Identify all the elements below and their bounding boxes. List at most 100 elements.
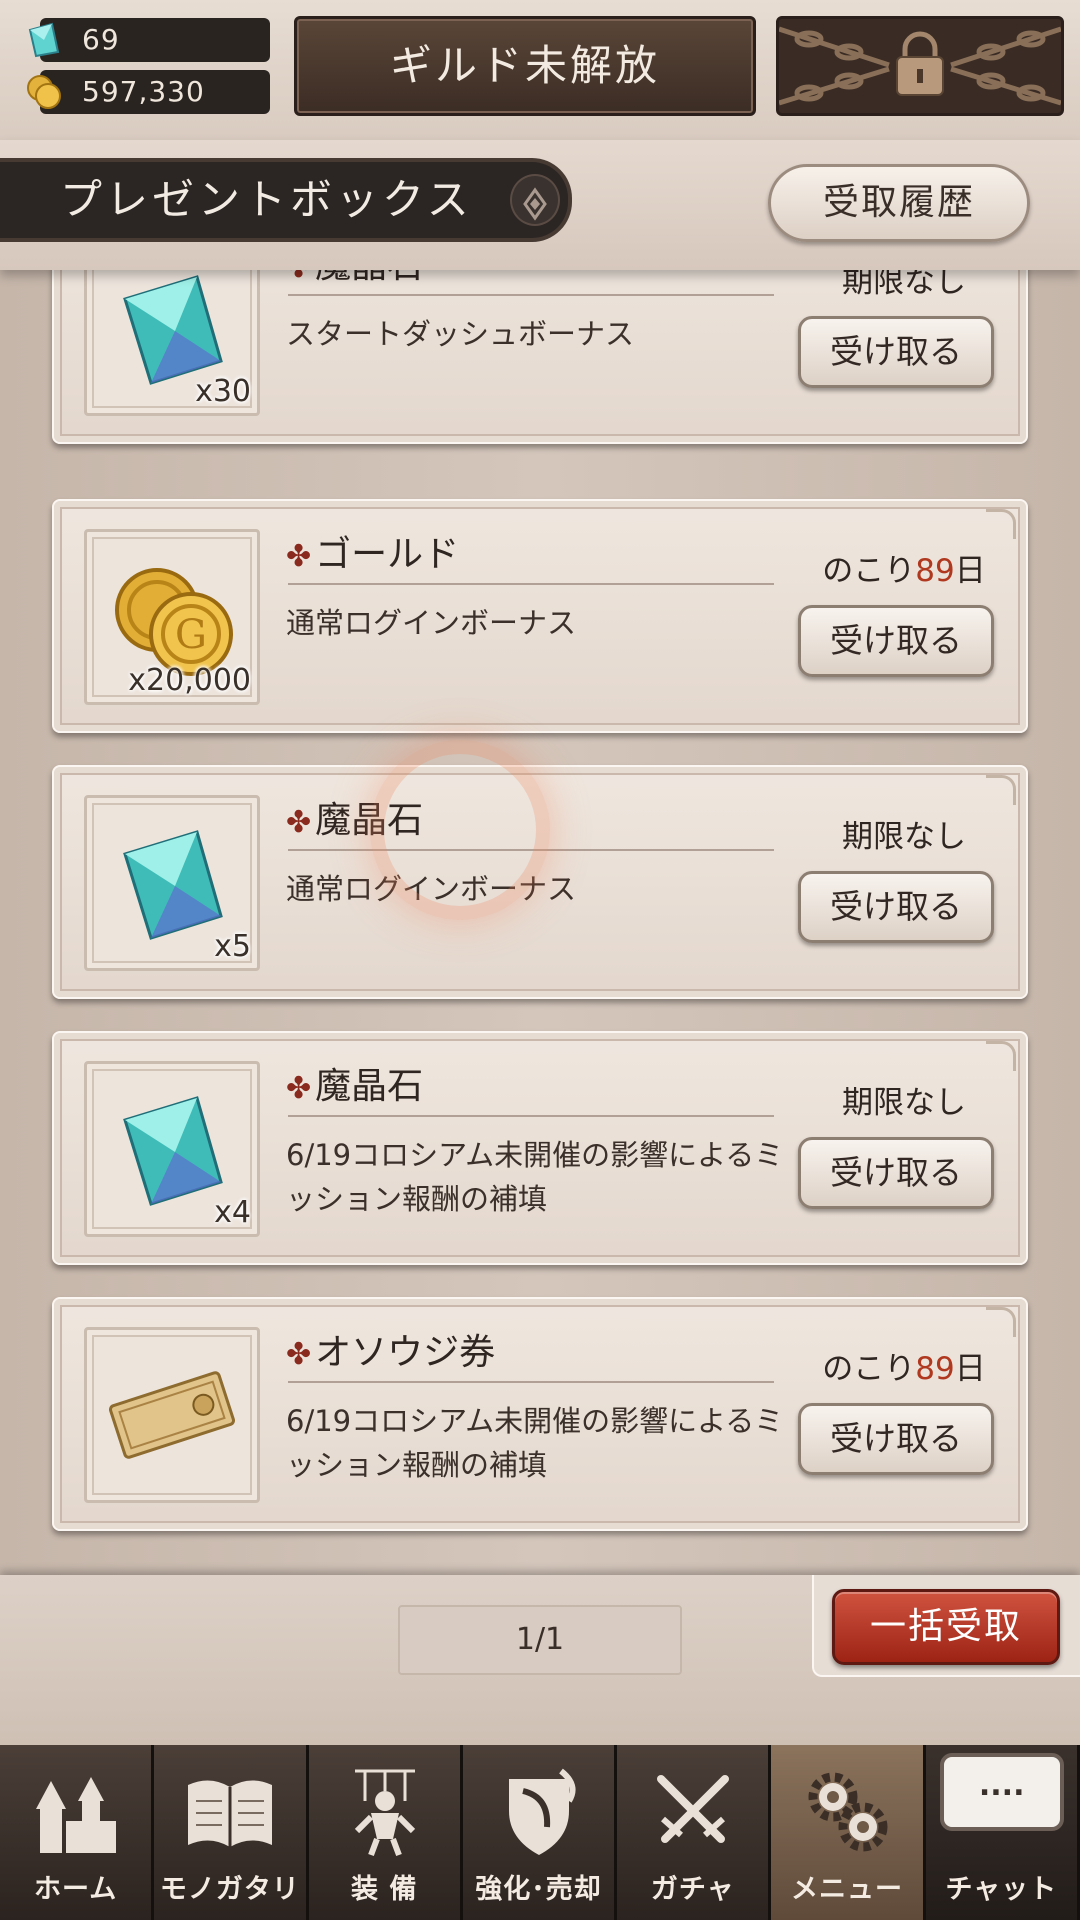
expiry-prefix: のこり — [822, 1351, 916, 1387]
present-item: G x20,000 ✤ ゴールド 通常ログインボーナス のこり89日 受け取る — [52, 499, 1028, 733]
corner-ornament — [986, 509, 1016, 539]
item-name-text: 魔晶石 — [315, 1066, 424, 1107]
nav-home[interactable]: ホーム — [0, 1745, 155, 1920]
divider — [288, 583, 774, 585]
item-name: ✤魔晶石 — [286, 1057, 423, 1109]
nav-label: ガチャ — [650, 1874, 735, 1905]
nav-story[interactable]: モノガタリ — [154, 1745, 309, 1920]
divider — [288, 294, 774, 296]
nav-gacha[interactable]: ガチャ — [617, 1745, 772, 1920]
swords-icon — [657, 1775, 730, 1843]
puppet-icon — [354, 1769, 415, 1857]
item-name: ✤ ゴールド — [286, 525, 459, 577]
item-description: 6/19コロシアム未開催の影響によるミッション報酬の補填 — [286, 1404, 784, 1482]
present-item: x5 ✤ 魔晶石 通常ログインボーナス 期限なし 受け取る — [52, 765, 1028, 999]
bullet-icon: ✤ — [286, 1071, 312, 1106]
bullet-icon: ✤ — [286, 270, 311, 285]
nav-label: 強化･売却 — [475, 1874, 602, 1905]
item-expiry: 期限なし — [794, 270, 1014, 301]
crystal-icon — [28, 22, 60, 58]
bottom-nav: ホーム モノガタリ 装 備 強化･売却 ガチャ メニュー .... チャット — [0, 1745, 1080, 1920]
gem-count: 69 — [82, 23, 120, 56]
present-item: ✤ オソウジ券 6/19コロシアム未開催の影響によるミッション報酬の補填 のこり8… — [52, 1297, 1028, 1531]
present-item: x4 ✤ 魔晶石 6/19コロシアム未開催の影響によるミッション報酬の補填 期限な… — [52, 1031, 1028, 1265]
item-description: 通常ログインボーナス — [286, 606, 577, 640]
receive-button[interactable]: 受け取る — [798, 871, 994, 943]
pagination: 1/1 — [398, 1605, 682, 1675]
receive-button[interactable]: 受け取る — [798, 316, 994, 388]
item-name: ✤ 魔晶石 — [286, 270, 423, 288]
item-expiry: のこり89日 — [794, 545, 1014, 590]
item-quantity: x30 — [195, 374, 251, 409]
nav-label: モノガタリ — [159, 1874, 300, 1905]
expiry-suffix: 日 — [954, 553, 986, 589]
receive-button[interactable]: 受け取る — [798, 605, 994, 677]
item-name: ✤ オソウジ券 — [286, 1323, 495, 1375]
item-quantity: x5 — [214, 929, 251, 964]
locked-feature-button[interactable] — [776, 16, 1064, 116]
corner-ornament — [986, 775, 1016, 805]
divider — [288, 1381, 774, 1383]
gold-count: 597,330 — [82, 75, 205, 108]
divider — [288, 1115, 774, 1117]
item-name: ✤魔晶石 — [286, 791, 423, 843]
nav-label: チャット — [945, 1874, 1058, 1905]
item-description: 6/19コロシアム未開催の影響によるミッション報酬の補填 — [286, 1138, 784, 1216]
item-description: 通常ログインボーナス — [286, 872, 577, 906]
item-name-text: 魔晶石 — [315, 800, 424, 841]
bullet-icon: ✤ — [286, 1337, 312, 1372]
corner-ornament — [986, 1307, 1016, 1337]
nav-upgrade-sell[interactable]: 強化･売却 — [462, 1745, 618, 1920]
gold-counter: 597,330 — [27, 70, 270, 114]
item-thumbnail: G x20,000 — [84, 529, 260, 705]
page-title: プレゼントボックス — [60, 175, 473, 224]
guild-button[interactable]: ギルド未解放 — [294, 16, 756, 116]
page-title-plate: プレゼントボックス — [0, 158, 572, 242]
nav-label: ホーム — [34, 1874, 118, 1905]
bulk-receive-button[interactable]: 一括受取 — [832, 1589, 1060, 1665]
item-thumbnail: x4 — [84, 1061, 260, 1237]
nav-menu[interactable]: メニュー — [771, 1745, 926, 1920]
page-header: プレゼントボックス 受取履歴 — [0, 140, 1080, 270]
ticket-icon — [108, 1371, 236, 1459]
shield-icon — [508, 1768, 576, 1855]
item-quantity: x20,000 — [128, 663, 251, 698]
nav-label: 装 備 — [351, 1874, 418, 1905]
top-bar: 69 597,330 ギルド未解放 — [0, 0, 1080, 140]
item-expiry: のこり89日 — [794, 1343, 1014, 1388]
gears-icon — [808, 1772, 888, 1852]
item-thumbnail: x5 — [84, 795, 260, 971]
bullet-icon: ✤ — [286, 805, 312, 840]
expiry-suffix: 日 — [954, 1351, 986, 1387]
expiry-days: 89 — [915, 553, 955, 589]
expiry-text: 期限なし — [842, 270, 966, 300]
expiry-text: 期限なし — [842, 819, 966, 855]
item-thumbnail — [84, 1327, 260, 1503]
expiry-days: 89 — [915, 1351, 955, 1387]
nav-chat[interactable]: .... チャット — [925, 1745, 1080, 1920]
item-expiry: 期限なし — [794, 1077, 1014, 1122]
corner-ornament — [986, 1041, 1016, 1071]
diamond-ornament-icon — [510, 174, 560, 226]
item-name-text: オソウジ券 — [315, 1332, 496, 1373]
receive-history-button[interactable]: 受取履歴 — [768, 164, 1030, 242]
gem-counter: 69 — [28, 18, 270, 62]
gold-coin-icon — [27, 75, 61, 109]
item-name-text: 魔晶石 — [315, 270, 423, 286]
present-list[interactable]: x30 ✤魔晶石 スタートダッシュボーナス 期限なし 受け取る G x20,00… — [0, 270, 1080, 1575]
nav-label: メニュー — [791, 1874, 904, 1905]
item-expiry: 期限なし — [794, 811, 1014, 856]
receive-button[interactable]: 受け取る — [798, 1403, 994, 1475]
bullet-icon: ✤ — [286, 539, 312, 574]
item-thumbnail: x30 — [84, 270, 260, 416]
item-quantity: x4 — [214, 1195, 251, 1230]
receive-button[interactable]: 受け取る — [798, 1137, 994, 1209]
item-name-text: ゴールド — [315, 534, 460, 575]
nav-equipment[interactable]: 装 備 — [308, 1745, 463, 1920]
chain-lock-icon — [779, 26, 1061, 106]
present-item: x30 ✤ 魔晶石 スタートダッシュボーナス 期限なし 受け取る — [52, 270, 1028, 444]
expiry-prefix: のこり — [822, 553, 916, 589]
castle-icon — [36, 1777, 116, 1853]
expiry-text: 期限なし — [842, 1085, 966, 1121]
item-description: スタートダッシュボーナス — [286, 317, 635, 351]
